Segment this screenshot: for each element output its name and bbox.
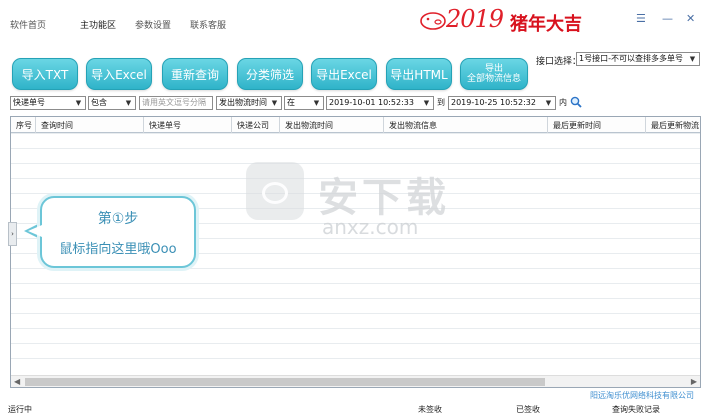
- pig-icon: [420, 12, 446, 30]
- tracking-number-input[interactable]: 请用英文逗号分隔: [139, 96, 213, 110]
- time-field-value: 发出物流时间: [219, 98, 267, 107]
- brand-year: 2019: [446, 5, 504, 33]
- export-all-line2: 全部物流信息: [466, 74, 521, 84]
- to-label: 到: [437, 98, 445, 107]
- within-label: 内: [559, 98, 567, 107]
- callout-step: 第①步: [97, 211, 139, 227]
- end-date-picker[interactable]: 2019-10-25 10:52:32 ▼: [448, 96, 556, 110]
- nav-item-contact[interactable]: 联系客服: [190, 18, 226, 31]
- export-all-button[interactable]: 导出 全部物流信息: [460, 58, 528, 90]
- company-link[interactable]: 阳远淘乐优网络科技有限公司: [590, 390, 694, 401]
- status-failed-records[interactable]: 查询失败记录: [612, 404, 660, 413]
- interface-select-value: 1号接口-不可以查排多多单号: [579, 54, 683, 63]
- callout-pointer-inner: [28, 225, 42, 237]
- column-header-ship-info[interactable]: 发出物流信息: [389, 120, 437, 131]
- export-html-button[interactable]: 导出HTML: [386, 58, 452, 90]
- time-field-select[interactable]: 发出物流时间 ▼: [216, 96, 282, 110]
- operator-select-value: 包含: [91, 98, 107, 107]
- requery-button[interactable]: 重新查询: [162, 58, 228, 90]
- side-panel-toggle[interactable]: ›: [8, 222, 17, 246]
- status-unsigned[interactable]: 未签收: [418, 404, 442, 413]
- table-header: 序号 查询时间 快递单号 快递公司 发出物流时间 发出物流信息 最后更新时间 最…: [11, 117, 700, 133]
- column-divider: [547, 117, 548, 133]
- chevron-down-icon: ▼: [423, 99, 430, 107]
- start-date-value: 2019-10-01 10:52:33: [329, 98, 414, 107]
- interface-select[interactable]: 1号接口-不可以查排多多单号 ▼: [576, 52, 700, 66]
- end-date-value: 2019-10-25 10:52:32: [451, 98, 536, 107]
- column-header-tracking-number[interactable]: 快递单号: [149, 120, 181, 131]
- horizontal-scrollbar[interactable]: ◀ ▶: [11, 375, 700, 387]
- search-icon[interactable]: [570, 96, 582, 108]
- brand-slogan: 猪年大吉: [510, 14, 582, 35]
- chevron-down-icon: ▼: [313, 99, 320, 107]
- column-divider: [383, 117, 384, 133]
- interface-label: 接口选择：: [536, 57, 582, 67]
- scrollbar-thumb[interactable]: [25, 378, 545, 386]
- filter-button[interactable]: 分类筛选: [237, 58, 303, 90]
- scroll-left-icon[interactable]: ◀: [14, 377, 20, 386]
- column-divider: [35, 117, 36, 133]
- brand-logo: 2019 猪年大吉: [418, 3, 618, 39]
- close-icon[interactable]: ✕: [686, 12, 695, 25]
- column-header-courier[interactable]: 快递公司: [237, 120, 269, 131]
- column-header-ship-time[interactable]: 发出物流时间: [285, 120, 333, 131]
- column-header-last-update-info[interactable]: 最后更新物流: [651, 120, 699, 131]
- field-select-value: 快递单号: [13, 98, 45, 107]
- column-header-last-update-time[interactable]: 最后更新时间: [553, 120, 601, 131]
- import-excel-button[interactable]: 导入Excel: [86, 58, 152, 90]
- minimize-icon[interactable]: —: [662, 12, 673, 25]
- column-divider: [645, 117, 646, 133]
- menu-icon[interactable]: ☰: [636, 12, 646, 25]
- operator-select[interactable]: 包含 ▼: [88, 96, 136, 110]
- nav-item-settings[interactable]: 参数设置: [135, 18, 171, 31]
- status-signed[interactable]: 已签收: [516, 404, 540, 413]
- column-header-query-time[interactable]: 查询时间: [41, 120, 73, 131]
- column-divider: [279, 117, 280, 133]
- tracking-number-placeholder: 请用英文逗号分隔: [142, 98, 206, 107]
- export-excel-button[interactable]: 导出Excel: [311, 58, 377, 90]
- import-txt-button[interactable]: 导入TXT: [12, 58, 78, 90]
- field-select[interactable]: 快递单号 ▼: [10, 96, 86, 110]
- chevron-down-icon: ▼: [75, 99, 82, 107]
- chevron-down-icon: ▼: [689, 55, 696, 63]
- column-header-index[interactable]: 序号: [16, 120, 32, 131]
- watermark-domain: anxz.com: [322, 215, 419, 239]
- tutorial-callout: 第①步 鼠标指向这里哦Ooo: [40, 196, 196, 268]
- status-running: 运行中: [8, 405, 32, 413]
- shield-icon: [262, 182, 288, 204]
- nav-item-main[interactable]: 主功能区: [80, 18, 116, 31]
- time-operator-value: 在: [287, 98, 295, 107]
- chevron-down-icon: ▼: [271, 99, 278, 107]
- chevron-down-icon: ▼: [125, 99, 132, 107]
- column-divider: [143, 117, 144, 133]
- callout-text: 鼠标指向这里哦Ooo: [59, 242, 177, 257]
- time-operator-select[interactable]: 在 ▼: [284, 96, 324, 110]
- start-date-picker[interactable]: 2019-10-01 10:52:33 ▼: [326, 96, 434, 110]
- nav-item-home[interactable]: 软件首页: [10, 18, 46, 31]
- column-divider: [231, 117, 232, 133]
- chevron-down-icon: ▼: [545, 99, 552, 107]
- scroll-right-icon[interactable]: ▶: [691, 377, 697, 386]
- export-all-line1: 导出: [484, 64, 503, 74]
